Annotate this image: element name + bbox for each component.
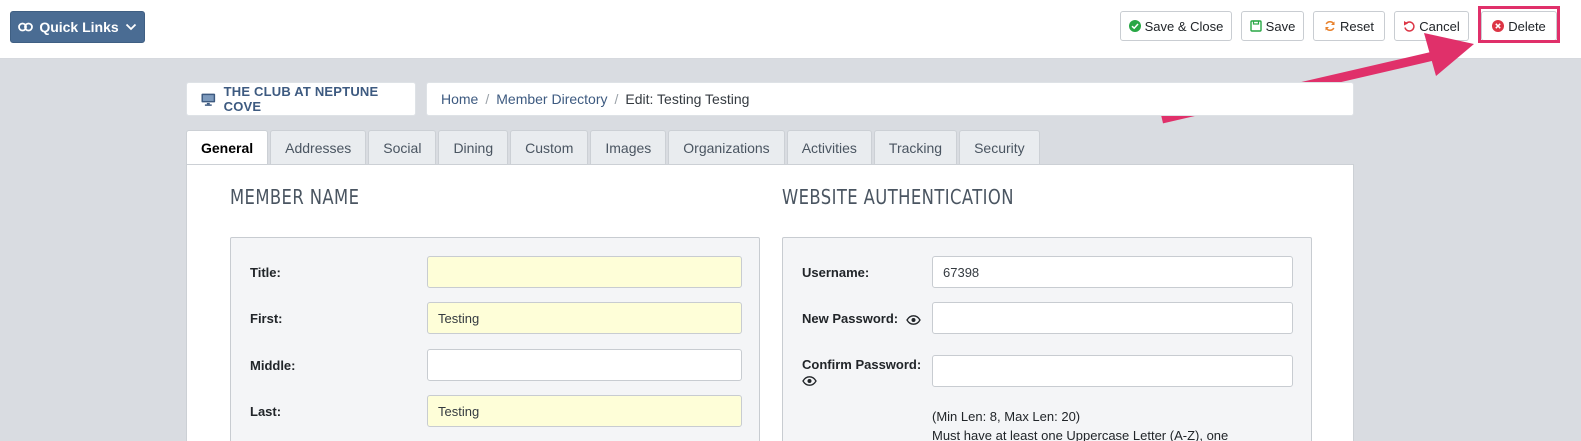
member-name-heading: MEMBER NAME <box>230 185 360 209</box>
first-name-input[interactable]: Testing <box>427 302 742 334</box>
breadcrumb-separator: / <box>614 91 619 107</box>
confirm-password-label: Confirm Password: <box>802 357 922 372</box>
new-password-label: New Password: <box>802 311 899 326</box>
password-rules-hint: Must have at least one Uppercase Letter … <box>932 428 1229 441</box>
tab-dining[interactable]: Dining <box>438 130 509 164</box>
confirm-password-input[interactable] <box>932 355 1293 387</box>
password-length-hint: (Min Len: 8, Max Len: 20) <box>932 409 1081 424</box>
member-name-fieldset: Title: First: Testing Middle: Last: Test… <box>230 237 760 441</box>
club-name: THE CLUB AT NEPTUNE COVE <box>223 84 379 114</box>
club-name-box: THE CLUB AT NEPTUNE COVE <box>186 82 416 116</box>
middle-label: Middle: <box>250 358 296 373</box>
tab-general[interactable]: General <box>186 130 269 165</box>
username-input[interactable]: 67398 <box>932 256 1293 288</box>
monitor-icon <box>201 93 216 106</box>
last-name-input[interactable]: Testing <box>427 395 742 427</box>
tab-bar: General Addresses Social Dining Custom I… <box>186 130 1042 165</box>
tab-images[interactable]: Images <box>590 130 667 164</box>
eye-icon[interactable] <box>802 376 817 386</box>
middle-name-input[interactable] <box>427 349 742 381</box>
breadcrumb: Home / Member Directory / Edit: Testing … <box>426 82 1354 116</box>
breadcrumb-directory-link[interactable]: Member Directory <box>496 91 607 107</box>
tab-addresses[interactable]: Addresses <box>270 130 367 164</box>
breadcrumb-current: Edit: Testing Testing <box>625 91 750 107</box>
website-auth-fieldset: Username: 67398 New Password: Confirm Pa… <box>782 237 1312 441</box>
title-input[interactable] <box>427 256 742 288</box>
general-tab-panel: MEMBER NAME WEBSITE AUTHENTICATION Title… <box>186 164 1354 441</box>
breadcrumb-separator: / <box>485 91 490 107</box>
tab-activities[interactable]: Activities <box>786 130 872 164</box>
last-label: Last: <box>250 404 282 419</box>
breadcrumb-home-link[interactable]: Home <box>441 91 478 107</box>
eye-icon[interactable] <box>905 314 921 325</box>
tab-tracking[interactable]: Tracking <box>873 130 958 164</box>
first-label: First: <box>250 311 283 326</box>
tab-security[interactable]: Security <box>959 130 1040 164</box>
new-password-input[interactable] <box>932 302 1293 334</box>
tab-social[interactable]: Social <box>368 130 437 164</box>
username-label: Username: <box>802 265 870 280</box>
new-password-label-row: New Password: <box>802 311 921 326</box>
tab-custom[interactable]: Custom <box>510 130 589 164</box>
tab-organizations[interactable]: Organizations <box>668 130 785 164</box>
title-label: Title: <box>250 265 281 280</box>
website-auth-heading: WEBSITE AUTHENTICATION <box>782 185 1014 209</box>
